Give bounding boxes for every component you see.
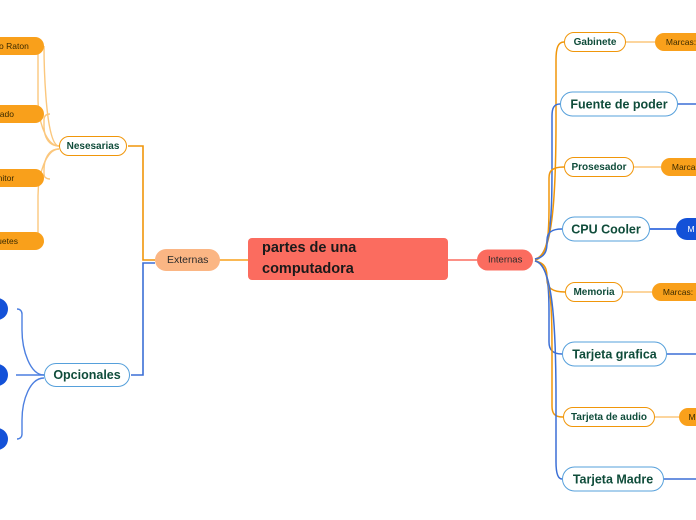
leaf-node-boquetes[interactable]: Boquetes <box>0 232 44 250</box>
item-child-label: M <box>687 224 695 234</box>
item-child-marcas-tarjeta-de-audio[interactable]: M <box>679 408 696 426</box>
item-node-gabinete[interactable]: Gabinete <box>564 32 626 52</box>
item-child-label: Marcas: <box>665 37 696 47</box>
item-node-tarjeta-madre[interactable]: Tarjeta Madre <box>562 466 664 492</box>
group-node-nesesarias[interactable]: Nesesarias <box>59 136 127 156</box>
item-child-label: Marcas: <box>662 287 694 297</box>
mindmap-canvas: partes de una computadora Externas Inter… <box>0 0 696 520</box>
leaf-node-opcional-2[interactable] <box>0 364 8 386</box>
group-node-label: Nesesarias <box>66 140 120 152</box>
leaf-node-opcional-1[interactable] <box>0 298 8 320</box>
item-node-label: Fuente de poder <box>570 97 668 111</box>
root-node[interactable]: partes de una computadora <box>248 238 448 280</box>
branch-internas[interactable]: Internas <box>477 249 534 271</box>
branch-externas[interactable]: Externas <box>155 249 221 271</box>
item-node-label: Prosesador <box>571 161 627 173</box>
item-node-label: Tarjeta grafica <box>572 347 657 361</box>
branch-internas-label: Internas <box>488 254 523 266</box>
branch-externas-label: Externas <box>167 254 209 266</box>
leaf-node-label: Mouse o Raton <box>0 41 29 51</box>
item-node-tarjeta-de-audio[interactable]: Tarjeta de audio <box>563 407 655 427</box>
item-node-label: Tarjeta Madre <box>572 472 654 486</box>
item-child-marcas-cpu-cooler[interactable]: M <box>676 218 696 240</box>
leaf-node-mouse[interactable]: Mouse o Raton <box>0 37 44 55</box>
leaf-node-label: Tedado <box>0 109 14 119</box>
leaf-node-opcional-3[interactable] <box>0 428 8 450</box>
leaf-node-label: Monitor <box>0 173 15 183</box>
item-child-marcas-gabinete[interactable]: Marcas: <box>655 33 696 51</box>
item-node-prosesador[interactable]: Prosesador <box>564 157 634 177</box>
group-node-label: Opcionales <box>53 368 121 382</box>
item-node-label: Gabinete <box>573 36 617 48</box>
item-node-label: Tarjeta de audio <box>571 411 647 423</box>
group-node-opcionales[interactable]: Opcionales <box>44 363 130 387</box>
item-child-label: M <box>688 412 696 422</box>
item-node-cpu-cooler[interactable]: CPU Cooler <box>562 216 650 242</box>
item-child-marcas-prosesador[interactable]: Marcas: <box>661 158 696 176</box>
item-child-marcas-memoria[interactable]: Marcas: <box>652 283 696 301</box>
root-label: partes de una computadora <box>262 239 357 277</box>
item-node-fuente-de-poder[interactable]: Fuente de poder <box>560 91 678 117</box>
item-node-tarjeta-grafica[interactable]: Tarjeta grafica <box>562 341 667 367</box>
item-node-label: CPU Cooler <box>571 222 641 236</box>
item-child-label: Marcas: <box>671 162 696 172</box>
leaf-node-teclado[interactable]: Tedado <box>0 105 44 123</box>
item-node-label: Memoria <box>573 286 615 298</box>
leaf-node-monitor[interactable]: Monitor <box>0 169 44 187</box>
item-node-memoria[interactable]: Memoria <box>565 282 623 302</box>
leaf-node-label: Boquetes <box>0 236 18 246</box>
